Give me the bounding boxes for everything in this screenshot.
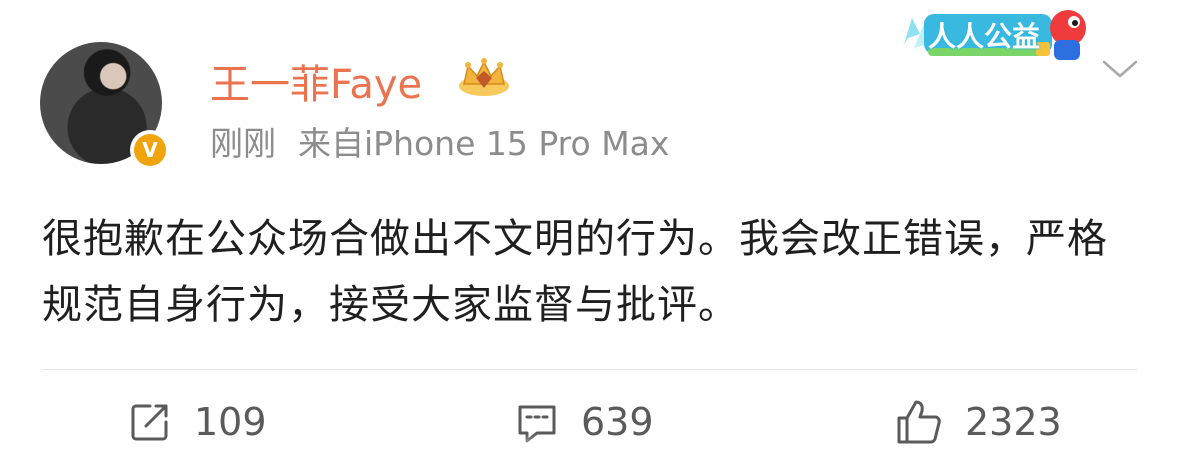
bottom-fade <box>520 434 690 474</box>
chevron-down-icon[interactable] <box>1100 56 1140 84</box>
repost-button[interactable]: 109 <box>128 395 267 449</box>
repost-icon <box>131 404 168 441</box>
like-count: 2323 <box>965 400 1062 444</box>
repost-count: 109 <box>194 400 267 444</box>
divider <box>42 369 1137 370</box>
like-button[interactable]: 2323 <box>895 395 1062 449</box>
crown-icon[interactable] <box>456 56 512 98</box>
post-time: 刚刚 <box>210 124 276 163</box>
charity-badge-label: 人人公益 <box>928 20 1041 53</box>
charity-badge[interactable]: 人人公益 <box>898 4 1094 64</box>
username[interactable]: 王一菲Faye <box>210 52 422 110</box>
avatar[interactable]: V <box>40 42 170 170</box>
post-meta: 刚刚 来自iPhone 15 Pro Max <box>210 117 669 165</box>
like-icon <box>897 400 941 444</box>
verified-mark: V <box>134 134 166 166</box>
post-text: 很抱歉在公众场合做出不文明的行为。我会改正错误，严格规范自身行为，接受大家监督与… <box>42 216 1108 328</box>
post-source: 来自iPhone 15 Pro Max <box>298 124 670 163</box>
verified-badge-icon: V <box>130 130 170 170</box>
